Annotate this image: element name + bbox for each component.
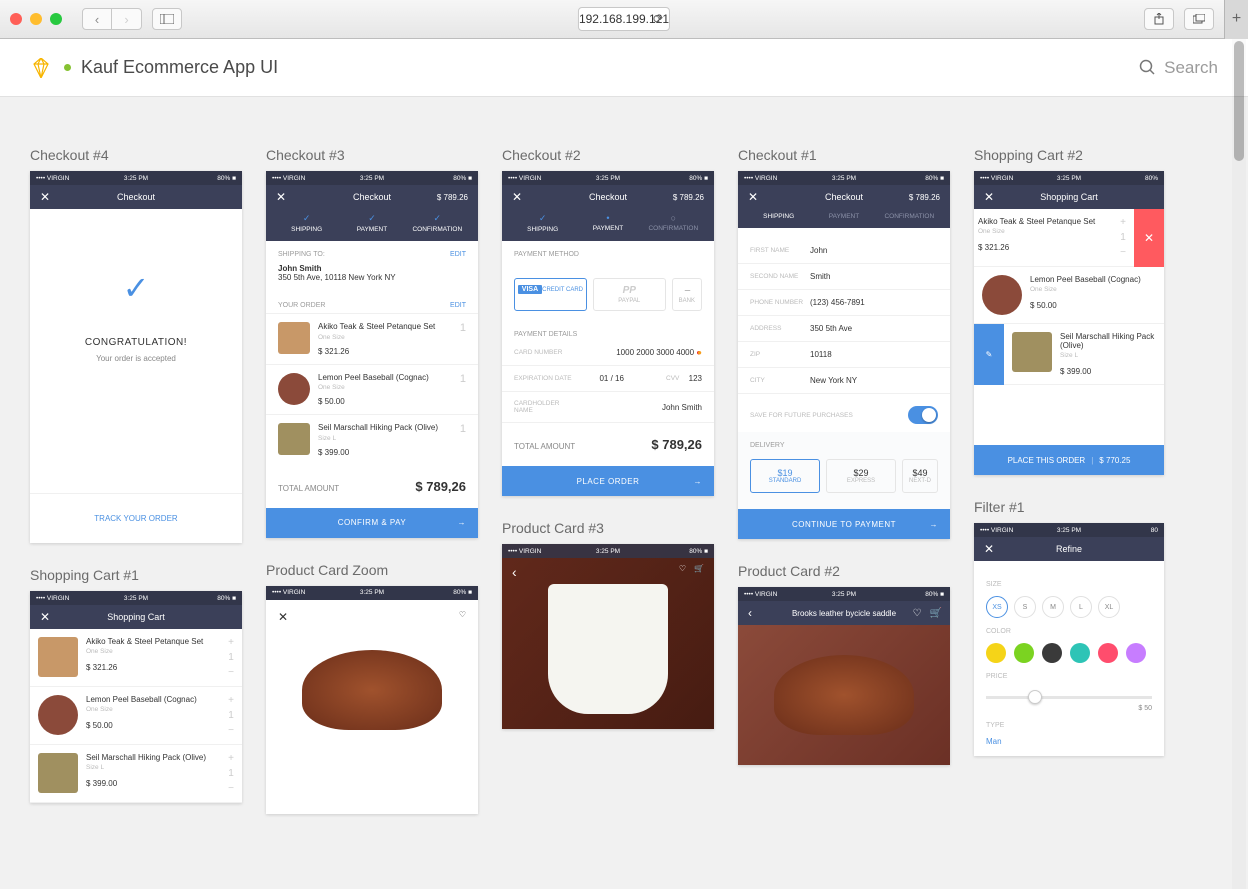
traffic-lights bbox=[10, 13, 62, 25]
maximize-window-button[interactable] bbox=[50, 13, 62, 25]
delivery-option[interactable]: $49NEXT-D bbox=[902, 459, 938, 493]
close-icon[interactable]: ✕ bbox=[40, 610, 50, 624]
save-toggle[interactable] bbox=[908, 406, 938, 424]
size-option[interactable]: M bbox=[1042, 596, 1064, 618]
new-tab-button[interactable]: + bbox=[1224, 0, 1248, 39]
edit-link[interactable]: EDIT bbox=[450, 251, 466, 258]
artboard-product2[interactable]: Product Card #2 •••• VIRGIN3:25 PM80% ■ … bbox=[738, 563, 950, 765]
close-icon[interactable]: ✕ bbox=[278, 610, 288, 624]
heart-icon[interactable]: ♡ bbox=[459, 610, 466, 624]
color-swatch[interactable] bbox=[1014, 643, 1034, 663]
close-icon[interactable]: ✕ bbox=[40, 190, 50, 204]
continue-button[interactable]: CONTINUE TO PAYMENT→ bbox=[738, 509, 950, 539]
search-placeholder: Search bbox=[1164, 58, 1218, 78]
delivery-option[interactable]: $29EXPRESS bbox=[826, 459, 896, 493]
reload-icon[interactable]: ⟳ bbox=[653, 12, 663, 26]
delivery-option[interactable]: $19STANDARD bbox=[750, 459, 820, 493]
tabs-button[interactable] bbox=[1184, 8, 1214, 30]
artboard-checkout3[interactable]: Checkout #3 •••• VIRGIN3:25 PM80% ■ ✕Che… bbox=[266, 147, 478, 538]
close-icon[interactable]: ✕ bbox=[512, 190, 522, 204]
qty-control[interactable]: +1− bbox=[228, 637, 234, 678]
cart-item[interactable]: Seil Marschall Hiking Pack (Olive)Size L… bbox=[30, 745, 242, 803]
artboard-checkout1[interactable]: Checkout #1 •••• VIRGIN3:25 PM80% ■ ✕Che… bbox=[738, 147, 950, 539]
share-button[interactable] bbox=[1144, 8, 1174, 30]
color-swatch[interactable] bbox=[1042, 643, 1062, 663]
color-swatch[interactable] bbox=[1098, 643, 1118, 663]
artboard-cart2[interactable]: Shopping Cart #2 •••• VIRGIN3:25 PM80% ✕… bbox=[974, 147, 1164, 475]
app-header: Kauf Ecommerce App UI Search bbox=[0, 39, 1248, 97]
color-swatch[interactable] bbox=[986, 643, 1006, 663]
minimize-window-button[interactable] bbox=[30, 13, 42, 25]
browser-toolbar: ‹ › 192.168.199.121 ⟳ + bbox=[0, 0, 1248, 39]
color-swatch[interactable] bbox=[1070, 643, 1090, 663]
sketch-logo-icon bbox=[30, 58, 52, 78]
scrollbar[interactable] bbox=[1232, 39, 1246, 889]
close-window-button[interactable] bbox=[10, 13, 22, 25]
congrats-text: CONGRATULATION! bbox=[50, 337, 222, 348]
delete-swipe-button[interactable]: ✕ bbox=[1134, 209, 1164, 267]
artboard-cart1[interactable]: Shopping Cart #1 •••• VIRGIN3:25 PM80% ■… bbox=[30, 567, 242, 803]
close-icon[interactable]: ✕ bbox=[984, 542, 994, 556]
type-value[interactable]: Man bbox=[986, 737, 1152, 746]
phone-status-bar: •••• VIRGIN3:25 PM80% ■ bbox=[30, 171, 242, 185]
cart-item[interactable]: Akiko Teak & Steel Petanque SetOne Size$… bbox=[30, 629, 242, 687]
app-title: Kauf Ecommerce App UI bbox=[81, 57, 278, 78]
artboard-checkout2[interactable]: Checkout #2 •••• VIRGIN3:25 PM80% ■ ✕Che… bbox=[502, 147, 714, 496]
url-bar[interactable]: 192.168.199.121 ⟳ bbox=[578, 7, 670, 31]
back-icon[interactable]: ‹ bbox=[512, 564, 517, 580]
search-input[interactable]: Search bbox=[1139, 58, 1218, 78]
order-item: Akiko Teak & Steel Petanque SetOne Size$… bbox=[266, 313, 478, 364]
place-order-button[interactable]: PLACE THIS ORDER|$ 770.25 bbox=[974, 445, 1164, 475]
payment-method-card[interactable]: VISACREDIT CARD bbox=[514, 278, 587, 311]
artboard-checkout4[interactable]: Checkout #4 •••• VIRGIN3:25 PM80% ■ ✕Che… bbox=[30, 147, 242, 543]
price-slider[interactable] bbox=[986, 696, 1152, 699]
artboard-product3[interactable]: Product Card #3 •••• VIRGIN3:25 PM80% ■ … bbox=[502, 520, 714, 729]
cart-item[interactable]: Lemon Peel Baseball (Cognac)One Size$ 50… bbox=[30, 687, 242, 745]
cart-item[interactable]: Seil Marschall Hiking Pack (Olive)Size L… bbox=[1004, 324, 1164, 385]
cart-icon[interactable]: 🛒 bbox=[930, 608, 942, 619]
back-icon[interactable]: ‹ bbox=[748, 606, 752, 620]
track-order-link[interactable]: TRACK YOUR ORDER bbox=[30, 493, 242, 543]
payment-method-bank[interactable]: ⎯BANK bbox=[672, 278, 702, 311]
place-order-button[interactable]: PLACE ORDER→ bbox=[502, 466, 714, 496]
accepted-text: Your order is accepted bbox=[50, 354, 222, 363]
close-icon[interactable]: ✕ bbox=[748, 190, 758, 204]
payment-method-paypal[interactable]: PPPAYPAL bbox=[593, 278, 666, 311]
close-icon[interactable]: ✕ bbox=[984, 190, 994, 204]
search-icon bbox=[1139, 59, 1156, 76]
edit-swipe-button[interactable]: ✎ bbox=[974, 324, 1004, 385]
size-option[interactable]: XL bbox=[1098, 596, 1120, 618]
color-swatch[interactable] bbox=[1126, 643, 1146, 663]
cart-item[interactable]: Lemon Peel Baseball (Cognac)One Size$ 50… bbox=[974, 267, 1164, 324]
close-icon[interactable]: ✕ bbox=[276, 190, 286, 204]
heart-icon[interactable]: ♡ bbox=[679, 564, 686, 573]
size-option[interactable]: L bbox=[1070, 596, 1092, 618]
artboard-filter1[interactable]: Filter #1 •••• VIRGIN3:25 PM80 ✕Refine S… bbox=[974, 499, 1164, 756]
sidebar-toggle-button[interactable] bbox=[152, 8, 182, 30]
artboard-label: Checkout #4 bbox=[30, 147, 242, 163]
artboard-product-zoom[interactable]: Product Card Zoom •••• VIRGIN3:25 PM80% … bbox=[266, 562, 478, 814]
size-option[interactable]: S bbox=[1014, 596, 1036, 618]
cart-icon[interactable]: 🛒 bbox=[694, 564, 704, 573]
checkmark-icon: ✓ bbox=[50, 269, 222, 307]
back-button[interactable]: ‹ bbox=[82, 8, 112, 30]
edit-link[interactable]: EDIT bbox=[450, 302, 466, 309]
cart-item[interactable]: Akiko Teak & Steel Petanque SetOne Size$… bbox=[974, 209, 1134, 267]
confirm-pay-button[interactable]: CONFIRM & PAY→ bbox=[266, 508, 478, 538]
heart-icon[interactable]: ♡ bbox=[913, 608, 922, 619]
forward-button[interactable]: › bbox=[112, 8, 142, 30]
size-option[interactable]: XS bbox=[986, 596, 1008, 618]
artboard-canvas[interactable]: Checkout #4 •••• VIRGIN3:25 PM80% ■ ✕Che… bbox=[0, 97, 1248, 889]
status-dot-icon bbox=[64, 64, 71, 71]
artboard-label: Shopping Cart #1 bbox=[30, 567, 242, 583]
